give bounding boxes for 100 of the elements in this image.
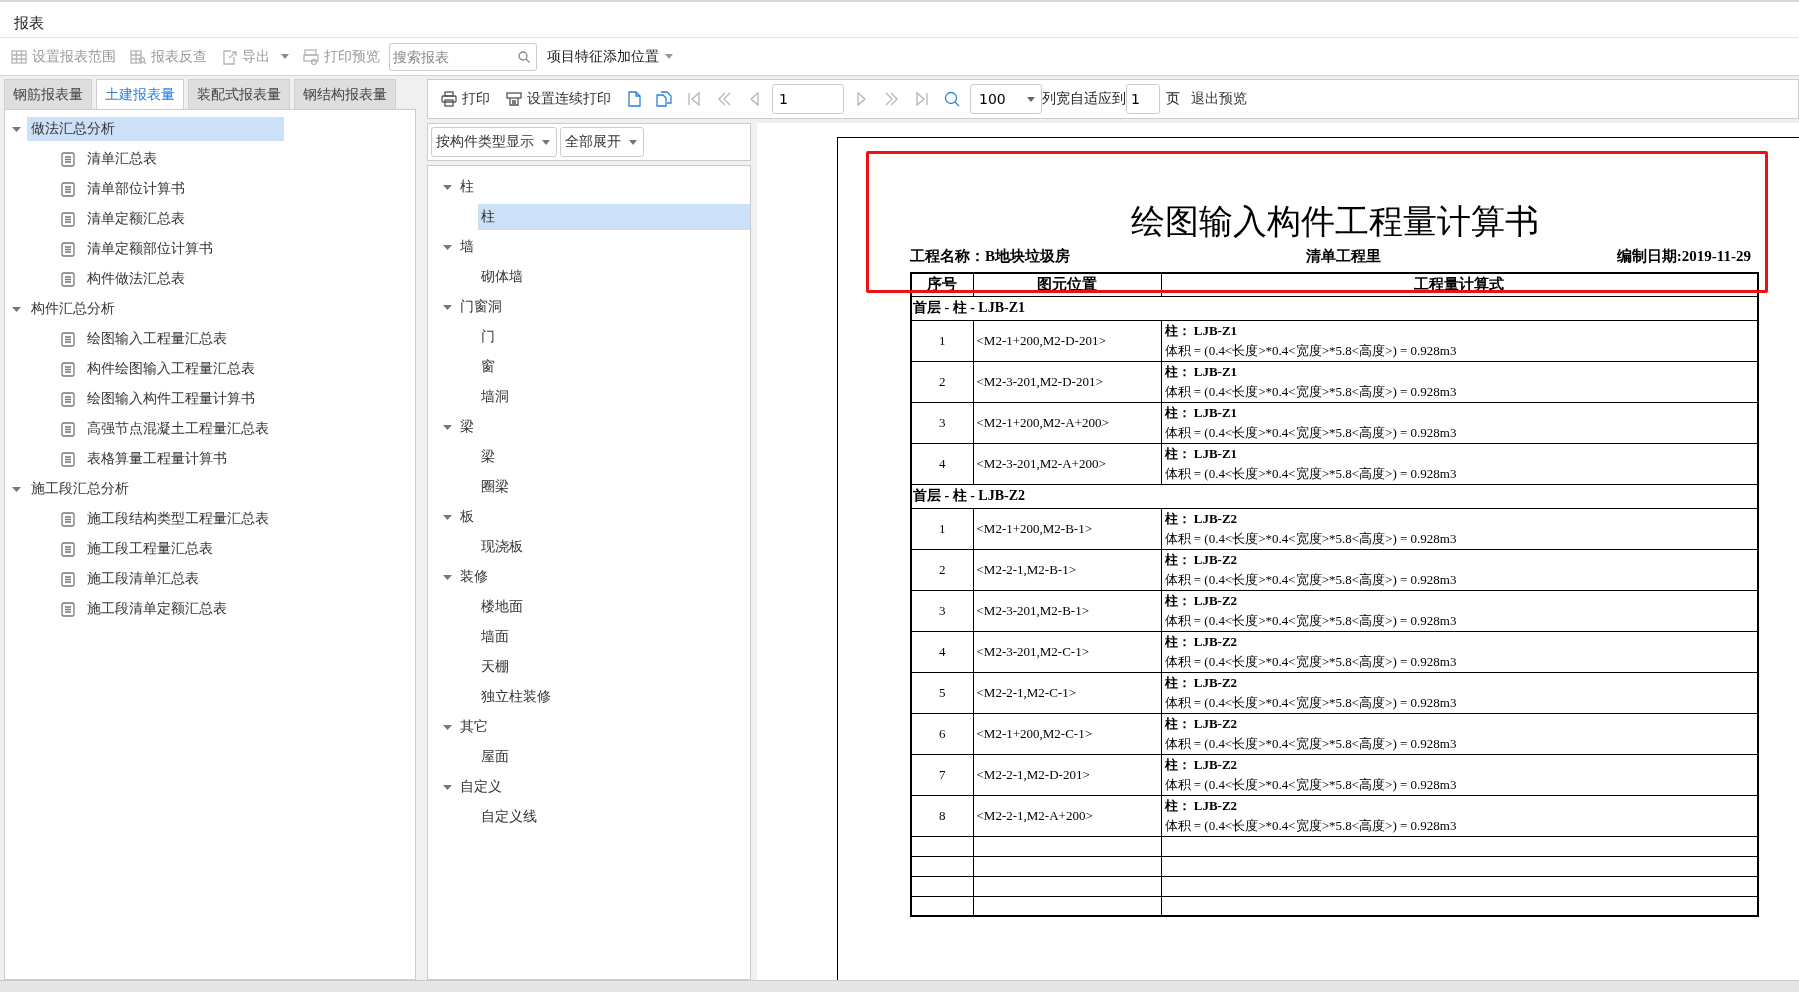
tree-item[interactable]: 高强节点混凝土工程量汇总表 [85,417,271,441]
document-icon [61,271,75,287]
collapse-icon[interactable] [11,124,21,134]
formula-text: 体积 = (0.4<长度>*0.4<宽度>*5.8<高度>) = 0.928m3 [1164,611,1458,630]
tree-item[interactable]: 清单定额汇总表 [85,207,187,231]
tree-item[interactable]: 装修 [458,565,490,589]
document-icon [61,331,75,347]
component-label: 柱： LJB-Z2 [1164,673,1239,692]
document-icon [61,421,75,437]
tree-item[interactable]: 施工段工程量汇总表 [85,537,215,561]
table-cell: <M2-2-1,M2-C-1> [973,672,1161,713]
export-icon [221,48,237,65]
zoom-dropdown[interactable]: 100 [970,84,1042,114]
table-cell: 4 [911,443,973,484]
tree-item[interactable]: 梁 [458,415,476,439]
grid-icon [11,48,27,65]
tree-item[interactable]: 绘图输入工程量汇总表 [85,327,229,351]
formula-text: 体积 = (0.4<长度>*0.4<宽度>*5.8<高度>) = 0.928m3 [1164,529,1458,548]
tab[interactable]: 钢结构报表量 [294,79,396,109]
tree-item[interactable]: 绘图输入构件工程量计算书 [85,387,257,411]
tree-item[interactable]: 清单定额部位计算书 [85,237,215,261]
collapse-icon[interactable] [442,782,452,792]
tree-item[interactable]: 楼地面 [478,594,750,620]
tree-item[interactable]: 天棚 [478,654,750,680]
tree-item[interactable]: 屋面 [478,744,750,770]
table-cell: 3 [911,590,973,631]
document-icon [61,241,75,257]
tree-item[interactable]: 做法汇总分析 [27,117,284,141]
printer-icon [506,91,522,107]
tree-item[interactable]: 施工段结构类型工程量汇总表 [85,507,271,531]
tree-item[interactable]: 圈梁 [478,474,750,500]
tree-item[interactable]: 构件汇总分析 [27,297,284,321]
toolbar-button[interactable]: 设置连续打印 [501,88,616,110]
tree-item[interactable]: 窗 [478,354,750,380]
tree-item[interactable]: 柱 [458,175,476,199]
tab[interactable]: 钢筋报表量 [4,79,92,109]
dropdown[interactable]: 全部展开 [560,127,644,157]
tree-item[interactable]: 构件做法汇总表 [85,267,187,291]
tree-item[interactable]: 表格算量工程量计算书 [85,447,229,471]
tree-item[interactable]: 施工段清单汇总表 [85,567,201,591]
tree-item[interactable]: 墙洞 [478,384,750,410]
fit-label: 列宽自适应到 [1042,90,1126,108]
collapse-icon[interactable] [11,304,21,314]
document-icon [61,541,75,557]
tab[interactable]: 土建报表量 [96,79,184,110]
table-cell: 8 [911,795,973,836]
printer-icon [441,91,457,107]
formula-text: 体积 = (0.4<长度>*0.4<宽度>*5.8<高度>) = 0.928m3 [1164,382,1458,401]
project-name: 工程名称：B地块垃圾房 [910,247,1070,266]
table-cell: 7 [911,754,973,795]
tree-item[interactable]: 梁 [478,444,750,470]
formula-text: 体积 = (0.4<长度>*0.4<宽度>*5.8<高度>) = 0.928m3 [1164,652,1458,671]
formula-text: 体积 = (0.4<长度>*0.4<宽度>*5.8<高度>) = 0.928m3 [1164,734,1458,753]
pages-field[interactable]: 1 [1126,84,1160,114]
table-cell: 1 [911,320,973,361]
tree-item[interactable]: 构件绘图输入工程量汇总表 [85,357,257,381]
table-cell: <M2-3-201,M2-D-201> [973,361,1161,402]
search-icon [518,50,530,63]
tree-item[interactable]: 清单汇总表 [85,147,159,171]
component-label: 柱： LJB-Z2 [1164,550,1239,569]
tree-item[interactable]: 墙 [458,235,476,259]
caret-icon [665,54,673,59]
tree-item[interactable]: 板 [458,505,476,529]
search-field[interactable]: 搜索报表 [389,42,537,71]
tree-item[interactable]: 柱 [478,204,750,230]
tree-item[interactable]: 门 [478,324,750,350]
table-cell: <M2-2-1,M2-A+200> [973,795,1161,836]
collapse-icon[interactable] [442,242,452,252]
tree-item[interactable]: 现浇板 [478,534,750,560]
table-cell: 3 [911,402,973,443]
formula-text: 体积 = (0.4<长度>*0.4<宽度>*5.8<高度>) = 0.928m3 [1164,775,1458,794]
tree-item[interactable]: 自定义线 [478,804,750,830]
tree-item[interactable]: 施工段清单定额汇总表 [85,597,229,621]
tree-item[interactable]: 施工段汇总分析 [27,477,284,501]
collapse-icon[interactable] [442,512,452,522]
collapse-icon[interactable] [442,722,452,732]
collapse-icon[interactable] [442,422,452,432]
report-date: 编制日期:2019-11-29 [1616,247,1751,266]
tab[interactable]: 装配式报表量 [188,79,290,109]
report-subtitle: 清单工程里 [1305,247,1381,266]
formula-text: 体积 = (0.4<长度>*0.4<宽度>*5.8<高度>) = 0.928m3 [1164,464,1458,483]
caret-icon [629,139,637,145]
tree-item[interactable]: 清单部位计算书 [85,177,187,201]
collapse-icon[interactable] [442,182,452,192]
tree-item[interactable]: 独立柱装修 [478,684,750,710]
collapse-icon[interactable] [442,302,452,312]
dropdown[interactable]: 按构件类型显示 [431,127,557,157]
toolbar-button[interactable]: 打印 [436,88,495,110]
formula-text: 体积 = (0.4<长度>*0.4<宽度>*5.8<高度>) = 0.928m3 [1164,341,1458,360]
exit-preview-button[interactable]: 退出预览 [1186,88,1252,110]
tree-item[interactable]: 砌体墙 [478,264,750,290]
tree-item[interactable]: 门窗洞 [458,295,504,319]
tree-item[interactable]: 其它 [458,715,490,739]
table-cell: <M2-1+200,M2-C-1> [973,713,1161,754]
collapse-icon[interactable] [11,484,21,494]
page-field[interactable]: 1 [772,84,844,114]
tree-item[interactable]: 墙面 [478,624,750,650]
collapse-icon[interactable] [442,572,452,582]
formula-text: 体积 = (0.4<长度>*0.4<宽度>*5.8<高度>) = 0.928m3 [1164,816,1458,835]
tree-item[interactable]: 自定义 [458,775,504,799]
